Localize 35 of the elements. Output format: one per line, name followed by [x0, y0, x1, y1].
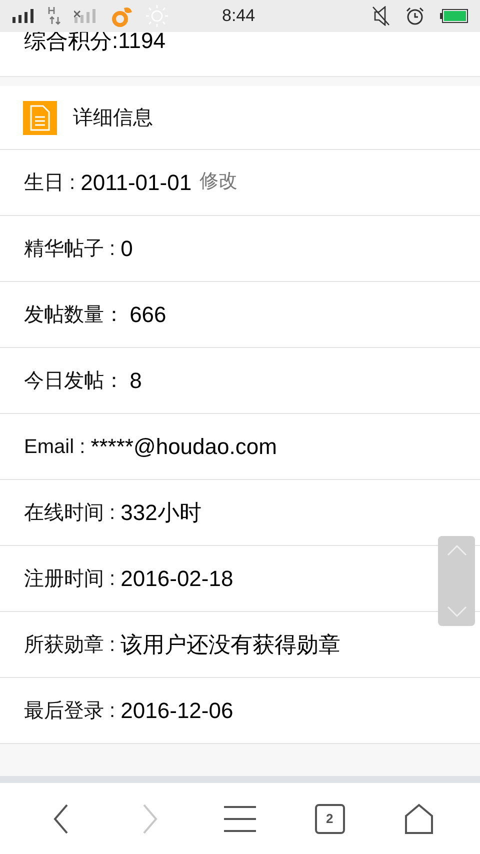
- info-value: 332小时: [120, 499, 202, 527]
- info-label: 在线时间 :: [24, 500, 116, 526]
- info-value: 2016-12-06: [120, 697, 234, 725]
- info-value: 666: [130, 301, 166, 329]
- info-value: 8: [130, 367, 142, 395]
- signal-icon: [12, 9, 36, 23]
- info-label: 精华帖子 :: [24, 236, 116, 262]
- mute-icon: [372, 6, 390, 26]
- info-label: Email :: [24, 434, 86, 460]
- info-label: 最后登录 :: [24, 698, 116, 724]
- info-label: 注册时间 :: [24, 566, 116, 592]
- info-value: *****@houdao.com: [90, 433, 277, 461]
- home-icon: [404, 802, 434, 834]
- section-title: 详细信息: [73, 106, 153, 130]
- info-label: 所获勋章 :: [24, 632, 116, 658]
- info-label: 今日发帖：: [24, 368, 125, 394]
- info-value: 2016-02-18: [120, 565, 234, 593]
- chevron-left-icon: [52, 802, 69, 834]
- document-icon: [23, 100, 57, 134]
- tabs-button[interactable]: 2: [306, 794, 354, 842]
- info-value: 该用户还没有获得勋章: [120, 631, 341, 659]
- alarm-icon: [406, 7, 424, 25]
- info-label: 生日 :: [24, 170, 76, 196]
- info-value: 2011-01-01: [80, 169, 192, 197]
- info-label: 发帖数量：: [24, 302, 125, 328]
- info-value: 0: [120, 235, 133, 263]
- edit-link[interactable]: 修改: [200, 168, 238, 197]
- battery-icon: [440, 9, 468, 23]
- score-text: 综合积分:1194: [24, 30, 166, 52]
- tab-count: 2: [314, 804, 345, 834]
- data-arrows-icon: [48, 6, 62, 26]
- clock-time: 8:44: [222, 5, 256, 28]
- no-signal-icon: [74, 9, 98, 23]
- chevron-right-icon: [142, 802, 158, 834]
- menu-icon: [222, 804, 257, 832]
